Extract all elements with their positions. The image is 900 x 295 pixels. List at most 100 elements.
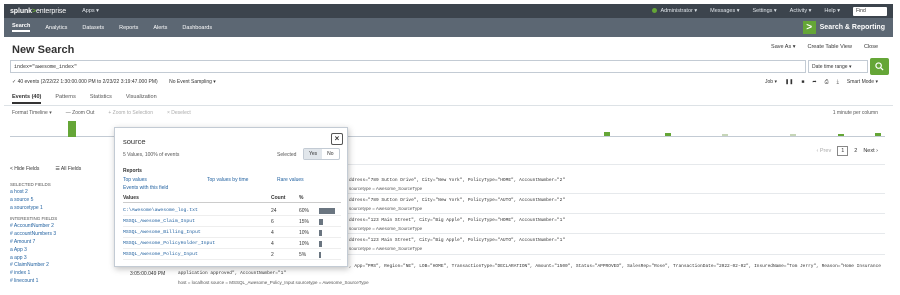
nav-reports[interactable]: Reports <box>119 25 138 31</box>
timeline-bar[interactable] <box>875 133 881 136</box>
field-linecount[interactable]: # linecount 1 <box>10 278 110 286</box>
deselect-button[interactable]: × Deselect <box>167 110 191 116</box>
pause-icon[interactable]: ❚❚ <box>785 79 793 85</box>
create-table-view-button[interactable]: Create Table View <box>808 44 852 50</box>
value-name[interactable]: MSSQL_Awesome_Claim_Input <box>123 219 195 224</box>
nav-dashboards[interactable]: Dashboards <box>182 25 212 31</box>
nav-alerts[interactable]: Alerts <box>153 25 167 31</box>
tab-statistics[interactable]: Statistics <box>90 94 112 104</box>
value-name[interactable]: MSSQL_Awesome_PolicyHolder_Input <box>123 241 215 246</box>
page-2-button[interactable]: 2 <box>854 148 857 154</box>
rare-values-link[interactable]: Rare values <box>277 177 304 183</box>
search-button[interactable] <box>870 58 889 75</box>
close-icon[interactable]: × <box>331 133 343 145</box>
timeline-bar[interactable] <box>838 134 844 136</box>
field-accountnumbers[interactable]: # accountNumbers 3 <box>10 231 110 239</box>
value-row[interactable]: MSSQL_Awesome_PolicyHolder_Input 4 10% <box>123 239 341 249</box>
save-as-button[interactable]: Save As ▾ <box>771 44 795 50</box>
time-range-picker[interactable]: Date time range ▾ <box>808 60 868 73</box>
next-page-button[interactable]: Next › <box>863 148 878 154</box>
nav-datasets[interactable]: Datasets <box>82 25 104 31</box>
value-row[interactable]: MSSQL_Awesome_Claim_Input 6 15% <box>123 217 341 227</box>
tab-patterns[interactable]: Patterns <box>55 94 75 104</box>
field-host[interactable]: a host 2 <box>10 189 110 197</box>
brand-splunk: splunk <box>10 7 32 15</box>
field-claimnumber[interactable]: # ClaimNumber 2 <box>10 262 110 270</box>
sidebar-header: < Hide Fields ☰ All Fields <box>10 166 110 172</box>
event-meta[interactable]: host = localhost source = MSSQL_Awesome_… <box>178 280 369 285</box>
search-input[interactable]: index="awesome_index" <box>10 60 806 73</box>
events-with-field-link[interactable]: Events with this field <box>123 185 168 191</box>
field-amount[interactable]: # Amount 7 <box>10 239 110 247</box>
value-bar <box>319 208 335 214</box>
event-meta[interactable]: sourcetype = Awesome_SourceType <box>349 186 422 191</box>
share-icon[interactable]: ➦ <box>812 79 816 85</box>
all-fields-button[interactable]: ☰ All Fields <box>55 166 81 172</box>
hide-fields-button[interactable]: < Hide Fields <box>10 166 39 172</box>
smart-mode-dropdown[interactable]: Smart Mode ▾ <box>847 79 878 85</box>
format-timeline-dropdown[interactable]: Format Timeline ▾ <box>12 110 52 116</box>
event-text: ddress="123 Main Street", City="Big Appl… <box>349 238 566 243</box>
find-input[interactable]: Find <box>853 6 887 16</box>
timeline-bar[interactable] <box>665 133 671 136</box>
tab-visualization[interactable]: Visualization <box>126 94 157 104</box>
top-values-link[interactable]: Top values <box>123 177 147 183</box>
event-meta[interactable]: sourcetype = Awesome_SourceType <box>349 246 422 251</box>
print-icon[interactable]: ⎙ <box>825 79 829 85</box>
value-name[interactable]: MSSQL_Awesome_Policy_Input <box>123 252 198 257</box>
field-sourcetype[interactable]: a sourcetype 1 <box>10 205 110 213</box>
export-icon[interactable]: ⤓ <box>837 79 839 85</box>
value-count: 24 <box>271 208 277 214</box>
col-values: Values <box>123 195 139 201</box>
splunk-logo[interactable]: splunk>enterprise <box>10 8 66 15</box>
value-name[interactable]: C:\Awesome\awesome_log.txt <box>123 208 198 213</box>
search-row: index="awesome_index" Date time range ▾ <box>10 58 889 75</box>
selected-yes-button[interactable]: Yes <box>304 149 323 159</box>
stop-icon[interactable]: ■ <box>801 79 804 85</box>
value-count: 4 <box>271 230 274 236</box>
tab-events[interactable]: Events (40) <box>12 94 42 104</box>
field-App[interactable]: a App 3 <box>10 247 110 255</box>
value-name[interactable]: MSSQL_Awesome_Billing_Input <box>123 230 201 235</box>
activity-menu[interactable]: Activity ▾ <box>790 8 812 14</box>
col-count: Count <box>271 195 286 201</box>
nav-analytics[interactable]: Analytics <box>45 25 67 31</box>
field-accountnumber[interactable]: # AccountNumber 2 <box>10 223 110 231</box>
page-title: New Search <box>12 44 75 56</box>
close-button[interactable]: Close <box>864 44 878 50</box>
value-row[interactable]: MSSQL_Awesome_Billing_Input 4 10% <box>123 228 341 238</box>
timeline-scale: 1 minute per column <box>832 110 878 116</box>
value-percent: 5% <box>299 252 307 258</box>
selected-no-button[interactable]: No <box>322 149 338 159</box>
event-sampling-dropdown[interactable]: No Event Sampling ▾ <box>169 79 216 85</box>
timeline-bar[interactable] <box>722 134 728 136</box>
value-row[interactable]: MSSQL_Awesome_Policy_Input 2 5% <box>123 250 341 260</box>
job-menu[interactable]: Job ▾ <box>765 79 777 85</box>
settings-menu[interactable]: Settings ▾ <box>753 8 777 14</box>
timeline-bar[interactable] <box>604 132 610 136</box>
field-source[interactable]: a source 5 <box>10 197 110 205</box>
field-app[interactable]: a app 3 <box>10 255 110 263</box>
messages-menu[interactable]: Messages ▾ <box>710 8 739 14</box>
brand-enterprise: enterprise <box>35 7 67 15</box>
page-1-button[interactable]: 1 <box>837 146 849 156</box>
status-dot-icon <box>652 8 658 14</box>
zoom-out-button[interactable]: — Zoom Out <box>66 110 95 116</box>
value-bar <box>319 230 322 236</box>
apps-menu[interactable]: Apps ▾ <box>82 8 99 14</box>
event-meta[interactable]: sourcetype = Awesome_SourceType <box>349 226 422 231</box>
timeline-bar[interactable] <box>790 134 796 136</box>
app-title-area[interactable]: > Search & Reporting <box>802 18 885 37</box>
timeline-bar-selected[interactable] <box>68 121 76 137</box>
prev-page-button[interactable]: ‹ Prev <box>817 148 832 154</box>
user-menu[interactable]: Administrator ▾ <box>652 8 697 14</box>
app-logo-icon: > <box>802 21 816 34</box>
event-meta[interactable]: sourcetype = Awesome_SourceType <box>349 206 422 211</box>
top-values-by-time-link[interactable]: Top values by time <box>207 177 248 183</box>
zoom-selection-button[interactable]: + Zoom to Selection <box>108 110 153 116</box>
field-index[interactable]: # index 1 <box>10 270 110 278</box>
nav-search[interactable]: Search <box>12 23 31 32</box>
value-row[interactable]: C:\Awesome\awesome_log.txt 24 60% <box>123 206 341 216</box>
value-percent: 10% <box>299 230 310 236</box>
help-menu[interactable]: Help ▾ <box>824 8 840 14</box>
